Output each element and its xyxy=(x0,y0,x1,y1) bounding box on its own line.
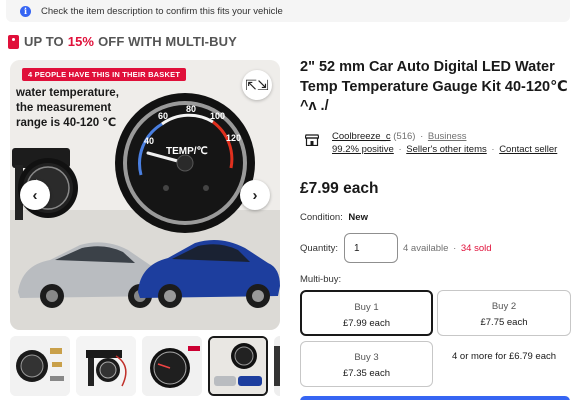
thumbnail-image xyxy=(76,336,136,396)
thumbnail-image xyxy=(210,338,266,394)
thumbnail[interactable] xyxy=(274,336,280,396)
image-caption: water temperature, the measurement range… xyxy=(16,86,140,131)
condition-label: Condition: xyxy=(300,212,343,223)
store-icon xyxy=(305,134,319,146)
seller-name-link[interactable]: Coolbreeze_c xyxy=(332,131,391,142)
expand-icon: ⇱⇲ xyxy=(245,76,269,93)
basket-count-banner: 4 PEOPLE HAVE THIS IN THEIR BASKET xyxy=(22,68,187,81)
thumbnail-image xyxy=(274,336,280,396)
listing-title: 2" 52 mm Car Auto Digital LED Water Temp… xyxy=(300,59,568,114)
quantity-input[interactable] xyxy=(344,233,398,263)
chevron-left-icon: ‹ xyxy=(32,186,38,204)
thumbnail-image xyxy=(10,336,70,396)
multibuy-option-price: £7.35 each xyxy=(342,368,390,379)
info-icon: i xyxy=(20,5,31,17)
multibuy-option-title: Buy 1 xyxy=(354,302,379,313)
seller-line-1: Coolbreeze_c (516) · Business xyxy=(332,131,466,142)
thumbnail-strip xyxy=(10,336,280,396)
multibuy-option-buy-3[interactable]: Buy 3 £7.35 each xyxy=(300,341,433,387)
multibuy-promo: UP TO 15% OFF WITH MULTI-BUY xyxy=(8,34,237,49)
thumbnail-image xyxy=(142,336,202,396)
seller-other-items-link[interactable]: Seller's other items xyxy=(406,144,486,155)
multibuy-more-text: 4 or more for £6.79 each xyxy=(452,351,557,362)
multibuy-option-buy-1[interactable]: Buy 1 £7.99 each xyxy=(300,290,433,336)
contact-seller-link[interactable]: Contact seller xyxy=(499,144,557,155)
chevron-right-icon: › xyxy=(252,186,258,204)
seller-feedback-count: (516) xyxy=(393,131,416,142)
available-count: 4 available xyxy=(403,243,449,254)
multibuy-option-title: Buy 2 xyxy=(491,301,517,312)
thumbnail[interactable] xyxy=(208,336,268,396)
multibuy-option-title: Buy 3 xyxy=(354,352,379,363)
quantity-label: Quantity: xyxy=(300,243,339,254)
previous-image-button[interactable]: ‹ xyxy=(20,180,50,210)
separator-dot: · xyxy=(398,144,402,155)
thumbnail[interactable] xyxy=(142,336,202,396)
seller-positive-link[interactable]: 99.2% positive xyxy=(332,144,394,155)
separator-dot: · xyxy=(453,243,457,254)
multibuy-label: Multi-buy: xyxy=(300,274,342,285)
next-image-button[interactable]: › xyxy=(240,180,270,210)
separator-dot: · xyxy=(491,144,495,155)
promo-percent: 15% xyxy=(67,34,95,49)
item-price: £7.99 each xyxy=(300,180,379,197)
thumbnail[interactable] xyxy=(76,336,136,396)
availability: 4 available · 34 sold xyxy=(403,243,492,254)
image-caption-line: range is 40-120 ℃ xyxy=(16,117,117,129)
expand-image-button[interactable]: ⇱⇲ xyxy=(242,70,272,100)
main-product-image[interactable]: 4 PEOPLE HAVE THIS IN THEIR BASKET water… xyxy=(10,60,280,330)
multibuy-option-price: £7.99 each xyxy=(342,318,390,329)
promo-prefix: UP TO xyxy=(24,34,64,49)
sold-count: 34 sold xyxy=(460,243,492,254)
seller-type-link[interactable]: Business xyxy=(428,131,467,142)
multibuy-option-price: £7.75 each xyxy=(480,317,528,328)
thumbnail[interactable] xyxy=(10,336,70,396)
image-caption-line: the measurement xyxy=(16,102,112,114)
buy-it-now-button[interactable] xyxy=(300,396,570,400)
multibuy-option-buy-2[interactable]: Buy 2 £7.75 each xyxy=(437,290,571,336)
seller-info: Coolbreeze_c (516) · Business 99.2% posi… xyxy=(300,128,557,158)
condition-value: New xyxy=(348,212,368,223)
item-condition: Condition: New xyxy=(300,212,368,223)
tag-icon xyxy=(8,34,19,49)
promo-suffix: OFF WITH MULTI-BUY xyxy=(98,34,237,49)
image-caption-line: water temperature, xyxy=(16,87,119,99)
fitment-info-bar: i Check the item description to confirm … xyxy=(6,0,570,22)
fitment-info-text: Check the item description to confirm th… xyxy=(41,5,283,17)
seller-line-2: 99.2% positive · Seller's other items · … xyxy=(332,144,557,155)
separator-dot: · xyxy=(420,131,424,142)
